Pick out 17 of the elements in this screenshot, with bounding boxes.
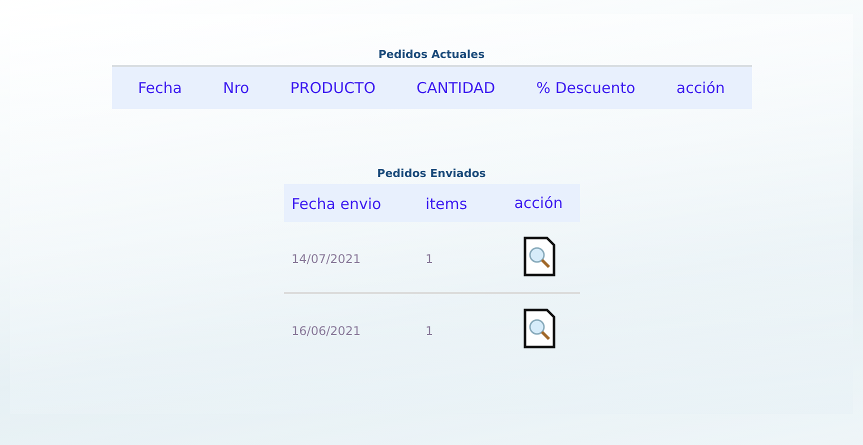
items-cell: 1 (426, 252, 434, 266)
column-header: items (426, 194, 468, 212)
column-header: Nro (223, 79, 250, 97)
table-title: Pedidos Enviados (377, 167, 486, 182)
column-header: Fecha (138, 79, 182, 97)
column-header: Fecha envio (292, 194, 382, 212)
document-magnifier-icon[interactable] (522, 236, 556, 278)
column-header: acción (514, 194, 563, 212)
table-title: Pedidos Actuales (377, 48, 486, 63)
column-header: % Descuento (536, 79, 636, 97)
items-cell: 1 (426, 324, 434, 338)
document-magnifier-icon[interactable] (522, 308, 556, 350)
date-cell: 14/07/2021 (292, 252, 361, 266)
column-header: acción (676, 79, 725, 97)
column-header: PRODUCTO (290, 79, 376, 97)
column-header: CANTIDAD (416, 79, 496, 97)
date-cell: 16/06/2021 (292, 324, 361, 338)
